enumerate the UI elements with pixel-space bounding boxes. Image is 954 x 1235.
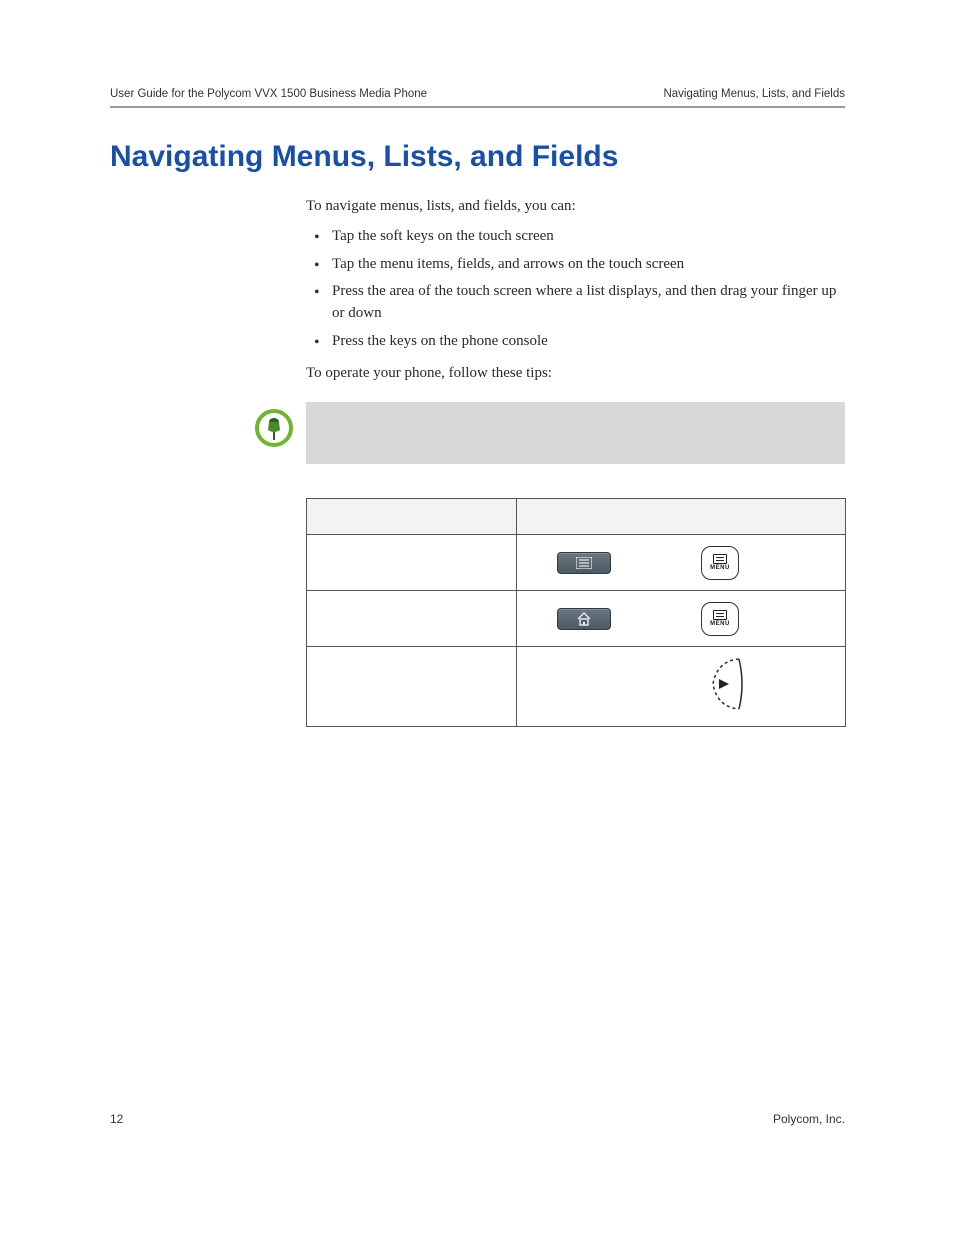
- table-header: [517, 499, 846, 535]
- pushpin-icon: [254, 408, 294, 453]
- section-title: Navigating Menus, Lists, and Fields: [110, 140, 845, 174]
- table-cell: MENU: [517, 591, 846, 647]
- header-left: User Guide for the Polycom VVX 1500 Busi…: [110, 88, 427, 100]
- body-column: To navigate menus, lists, and fields, yo…: [306, 196, 846, 384]
- navigation-table: MENU: [306, 498, 846, 727]
- table-cell: [307, 647, 517, 727]
- header-right: Navigating Menus, Lists, and Fields: [663, 88, 845, 100]
- menu-softkey-icon: [557, 552, 611, 574]
- note-callout: [242, 402, 845, 464]
- intro-paragraph: To navigate menus, lists, and fields, yo…: [306, 196, 846, 218]
- list-item: Press the keys on the phone console: [306, 331, 846, 353]
- table-cell: [307, 535, 517, 591]
- menu-hardkey-icon: MENU: [701, 602, 739, 636]
- page-header: User Guide for the Polycom VVX 1500 Busi…: [110, 88, 845, 108]
- page-footer: 12 Polycom, Inc.: [110, 1112, 845, 1126]
- left-arrow-key-icon: [699, 655, 747, 713]
- list-item: Tap the menu items, fields, and arrows o…: [306, 254, 846, 276]
- list-item: Press the area of the touch screen where…: [306, 281, 846, 325]
- bullet-list: Tap the soft keys on the touch screen Ta…: [306, 226, 846, 353]
- home-softkey-icon: [557, 608, 611, 630]
- menu-hardkey-icon: MENU: [701, 546, 739, 580]
- table-cell: [517, 647, 846, 727]
- footer-company: Polycom, Inc.: [773, 1112, 845, 1126]
- table-header: [307, 499, 517, 535]
- table-cell: MENU: [517, 535, 846, 591]
- list-item: Tap the soft keys on the touch screen: [306, 226, 846, 248]
- page-number: 12: [110, 1112, 123, 1126]
- tips-intro: To operate your phone, follow these tips…: [306, 363, 846, 385]
- table-cell: [307, 591, 517, 647]
- note-box: [306, 402, 845, 464]
